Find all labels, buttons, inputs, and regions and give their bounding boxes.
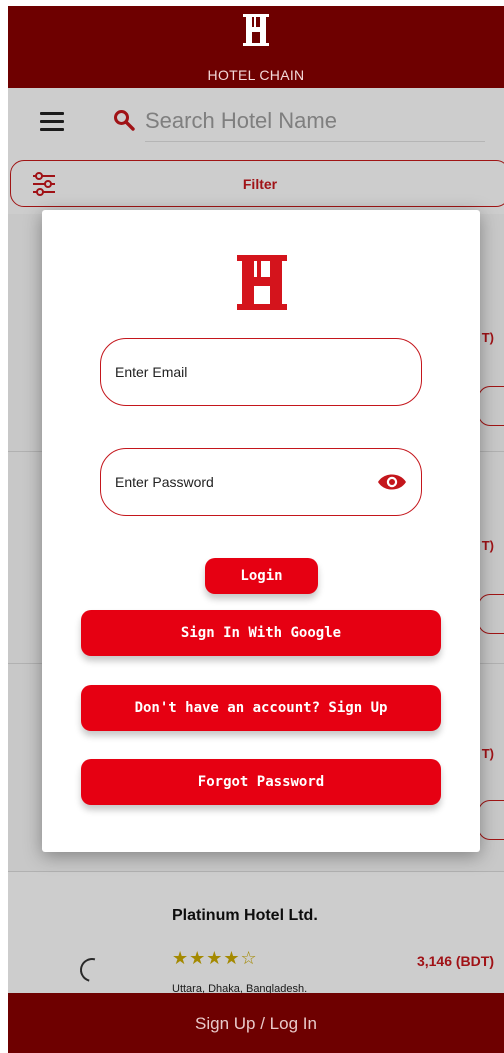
email-input[interactable] <box>115 339 365 405</box>
email-field[interactable] <box>100 338 422 406</box>
bottom-bar[interactable]: Sign Up / Log In <box>8 993 504 1053</box>
hotel-chain-logo <box>237 255 287 310</box>
hotel-chain-logo <box>243 14 269 46</box>
signup-login-link[interactable]: Sign Up / Log In <box>8 1014 504 1034</box>
login-button[interactable]: Login <box>205 558 318 594</box>
forgot-password-button[interactable]: Forgot Password <box>81 759 441 805</box>
top-bar: HOTEL CHAIN <box>8 6 504 88</box>
brand-title: HOTEL CHAIN <box>207 67 305 83</box>
password-input[interactable] <box>115 449 365 515</box>
eye-icon[interactable] <box>377 471 407 493</box>
login-dialog: Login Sign In With Google Don't have an … <box>42 210 480 852</box>
signup-button[interactable]: Don't have an account? Sign Up <box>81 685 441 731</box>
google-signin-button[interactable]: Sign In With Google <box>81 610 441 656</box>
password-field[interactable] <box>100 448 422 516</box>
